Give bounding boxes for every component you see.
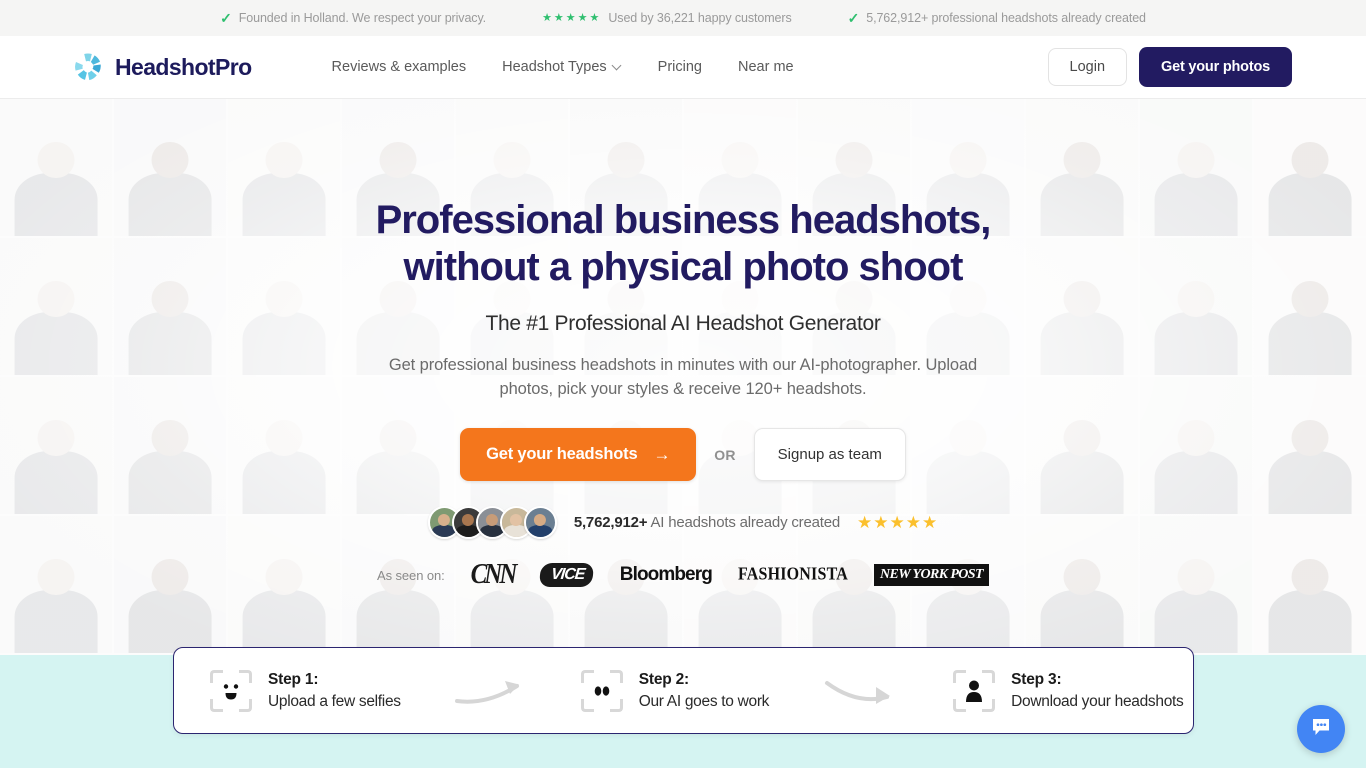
- brand-logo[interactable]: HeadshotPro: [72, 51, 252, 83]
- rating-stars-icon: ★★★★★: [856, 513, 939, 533]
- step-1-title: Step 1:: [268, 670, 319, 688]
- nav-label-near-me: Near me: [737, 59, 794, 75]
- announcement-item-privacy: ✓ Founded in Holland. We respect your pr…: [192, 11, 514, 25]
- step-2: Step 2: Our AI goes to work: [580, 669, 770, 712]
- nav-label-pricing: Pricing: [657, 59, 702, 75]
- step-2-text: Step 2: Our AI goes to work: [638, 670, 770, 711]
- announcement-text-customers: Used by 36,221 happy customers: [608, 11, 792, 25]
- hero-title: Professional business headshots, without…: [375, 197, 992, 291]
- hero-title-line-2: without a physical photo shoot: [403, 244, 964, 289]
- step-1-text: Step 1: Upload a few selfies: [268, 671, 401, 711]
- get-your-photos-button[interactable]: Get your photos: [1139, 47, 1292, 87]
- avatar-stack: [427, 506, 557, 540]
- hero-description: Get professional business headshots in m…: [388, 355, 978, 398]
- get-your-headshots-button[interactable]: Get your headshots →: [460, 428, 697, 482]
- nav-label-headshot-types: Headshot Types: [502, 59, 607, 75]
- or-separator-label: OR: [714, 446, 736, 463]
- step-1: Step 1: Upload a few selfies: [210, 669, 401, 712]
- social-proof-text: 5,762,912+ AI headshots already created: [574, 514, 840, 531]
- step-3-title: Step 3:: [1011, 670, 1062, 688]
- step-3-text: Step 3: Download your headshots: [1011, 670, 1184, 711]
- stars-icon: ★★★★★: [542, 11, 602, 24]
- step-3: Step 3: Download your headshots: [953, 669, 1184, 712]
- hero-cta-row: Get your headshots → OR Signup as team: [460, 428, 906, 482]
- step-3-desc: Download your headshots: [1011, 692, 1184, 710]
- announcement-bar: ✓ Founded in Holland. We respect your pr…: [0, 0, 1366, 36]
- get-your-headshots-label: Get your headshots: [486, 445, 638, 464]
- login-button[interactable]: Login: [1047, 48, 1128, 86]
- announcement-item-customers: ★★★★★ Used by 36,221 happy customers: [514, 11, 820, 25]
- signup-as-team-button[interactable]: Signup as team: [753, 428, 906, 482]
- arrow-step2-to-step3-icon: [823, 671, 901, 711]
- check-icon: ✓: [847, 10, 860, 26]
- hero-content: Professional business headshots, without…: [0, 99, 1366, 655]
- step-2-title: Step 2:: [638, 670, 689, 688]
- announcement-item-headshots: ✓ 5,762,912+ professional headshots alre…: [820, 11, 1174, 25]
- how-it-works-card: Step 1: Upload a few selfies Step 2: Our…: [173, 647, 1194, 734]
- step-2-desc: Our AI goes to work: [638, 692, 770, 710]
- hero-subtitle: The #1 Professional AI Headshot Generato…: [485, 311, 881, 335]
- social-proof-row: 5,762,912+ AI headshots already created …: [427, 506, 939, 540]
- as-seen-on-label: As seen on:: [377, 567, 445, 583]
- scan-eyes-icon: [580, 669, 623, 712]
- brand-name: HeadshotPro: [115, 53, 252, 80]
- vice-logo: VICE: [539, 563, 596, 588]
- cnn-logo: CNN: [470, 559, 518, 591]
- scan-person-icon: [953, 669, 996, 712]
- avatar: [523, 506, 557, 540]
- social-proof-count: 5,762,912+: [573, 514, 648, 532]
- nav-item-headshot-types[interactable]: Headshot Types: [502, 59, 622, 75]
- scan-smiley-icon: [210, 669, 252, 712]
- nav-item-reviews[interactable]: Reviews & examples: [332, 59, 467, 75]
- press-logos-row: As seen on: CNN VICE Bloomberg FASHIONIS…: [377, 559, 989, 591]
- page-root: ✓ Founded in Holland. We respect your pr…: [0, 0, 1366, 768]
- social-proof-suffix: AI headshots already created: [647, 514, 840, 532]
- nav-item-pricing[interactable]: Pricing: [658, 59, 702, 75]
- header-actions: Login Get your photos: [1047, 47, 1292, 87]
- headshotpro-aperture-icon: [72, 51, 104, 83]
- new-york-post-logo: NEW YORK POST: [874, 564, 989, 587]
- chevron-down-icon: [613, 62, 622, 71]
- fashionista-logo: FASHIONISTA: [737, 565, 849, 585]
- main-nav: Reviews & examples Headshot Types Pricin…: [332, 59, 794, 75]
- announcement-text-privacy: Founded in Holland. We respect your priv…: [238, 11, 487, 25]
- check-icon: ✓: [220, 10, 232, 26]
- hero-section: Professional business headshots, without…: [0, 99, 1366, 655]
- announcement-text-headshots: 5,762,912+ professional headshots alread…: [866, 11, 1146, 25]
- step-1-desc: Upload a few selfies: [268, 692, 401, 710]
- site-header: HeadshotPro Reviews & examples Headshot …: [0, 36, 1366, 99]
- chat-bubble-icon: [1308, 714, 1334, 745]
- arrow-step1-to-step2-icon: [453, 671, 531, 711]
- nav-item-near-me[interactable]: Near me: [738, 59, 794, 75]
- bloomberg-logo: Bloomberg: [619, 564, 713, 586]
- arrow-right-icon: →: [653, 445, 671, 465]
- hero-title-line-1: Professional business headshots,: [375, 198, 992, 242]
- nav-label-reviews: Reviews & examples: [331, 59, 467, 75]
- chat-widget-button[interactable]: [1297, 705, 1345, 753]
